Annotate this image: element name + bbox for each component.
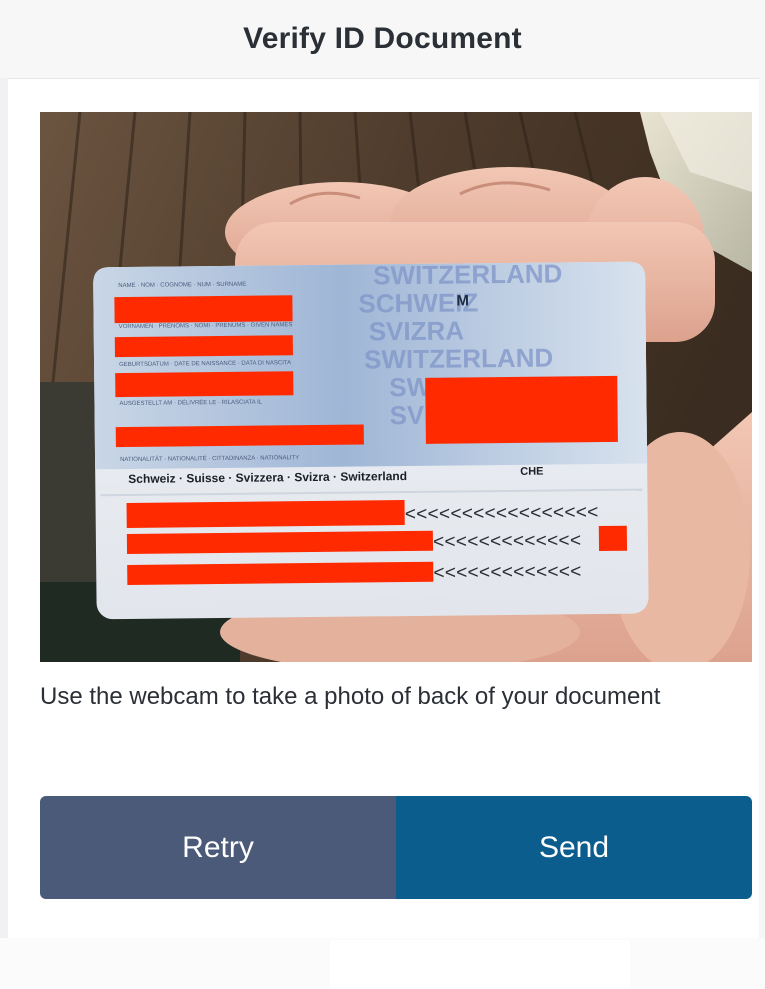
photo-canvas: SWITZERLAND SCHWEIZ SVIZRA SWITZERLAND S… xyxy=(40,112,752,662)
watermark-1: SWITZERLAND xyxy=(373,258,563,290)
mrz-line-2: <<<<<<<<<<<<< xyxy=(433,530,581,554)
mrz-zone: <<<<<<<<<<<<<<<<< <<<<<<<<<<<<< <<<<<<<<… xyxy=(126,500,628,585)
send-button[interactable]: Send xyxy=(396,796,752,899)
instruction-text: Use the webcam to take a photo of back o… xyxy=(40,683,661,710)
page-title: Verify ID Document xyxy=(243,22,522,55)
id-card: SWITZERLAND SCHWEIZ SVIZRA SWITZERLAND S… xyxy=(93,258,649,620)
right-edge xyxy=(759,78,765,938)
page-header: Verify ID Document xyxy=(0,0,765,79)
watermark-4: SWITZERLAND xyxy=(364,342,554,374)
mrz-line-3: <<<<<<<<<<<<< xyxy=(433,561,581,585)
card-nationality-line: Schweiz · Suisse · Svizzera · Svizra · S… xyxy=(128,469,407,486)
captured-id-photo: SWITZERLAND SCHWEIZ SVIZRA SWITZERLAND S… xyxy=(40,112,752,662)
retry-button[interactable]: Retry xyxy=(40,796,396,899)
left-edge xyxy=(0,78,8,938)
action-buttons: Retry Send xyxy=(40,796,752,899)
watermark-3: SVIZRA xyxy=(369,315,465,346)
card-country-code: CHE xyxy=(520,466,543,478)
mrz-line-1: <<<<<<<<<<<<<<<<< xyxy=(405,502,599,526)
card-sex-value: M xyxy=(456,292,469,309)
verify-id-page: Verify ID Document SWITZERLAND SCHWEIZ S… xyxy=(0,0,765,989)
